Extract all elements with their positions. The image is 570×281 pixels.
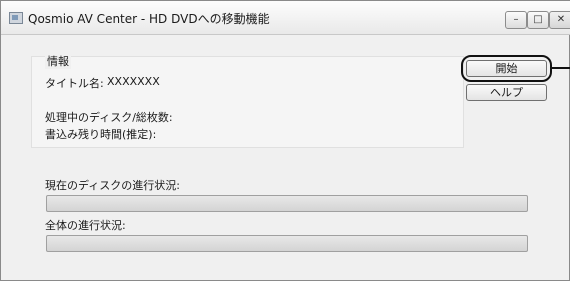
app-icon bbox=[9, 12, 23, 24]
time-remaining-label: 書込み残り時間(推定): bbox=[45, 128, 157, 141]
callout-line bbox=[552, 67, 570, 69]
help-button[interactable]: ヘルプ bbox=[466, 84, 547, 101]
start-button-highlight bbox=[461, 55, 552, 82]
title-name-label: タイトル名: bbox=[45, 77, 104, 90]
title-bar[interactable]: Qosmio AV Center - HD DVDへの移動機能 – □ ✕ bbox=[1, 1, 570, 35]
maximize-button[interactable]: □ bbox=[527, 11, 549, 29]
overall-progress-label: 全体の進行状況: bbox=[45, 219, 126, 232]
current-disc-progress-bar bbox=[46, 195, 528, 212]
overall-progress-bar bbox=[46, 235, 528, 252]
current-disc-progress-label: 現在のディスクの進行状況: bbox=[45, 179, 180, 192]
app-window: Qosmio AV Center - HD DVDへの移動機能 – □ ✕ 情報… bbox=[0, 0, 570, 281]
minimize-button[interactable]: – bbox=[505, 11, 527, 29]
title-name-value: XXXXXXX bbox=[107, 75, 160, 88]
info-group-label: 情報 bbox=[45, 53, 71, 69]
close-button[interactable]: ✕ bbox=[549, 11, 570, 29]
disc-count-label: 処理中のディスク/総枚数: bbox=[45, 111, 173, 124]
window-title: Qosmio AV Center - HD DVDへの移動機能 bbox=[28, 12, 270, 26]
